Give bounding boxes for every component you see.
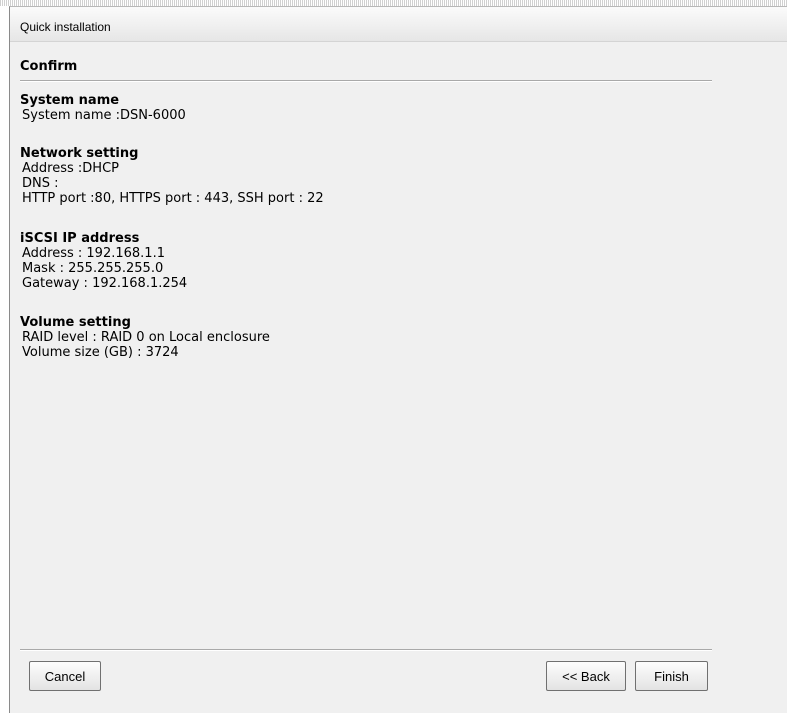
network-address: Address :DHCP (22, 161, 119, 176)
dialog-title: Quick installation (20, 20, 111, 34)
heading-divider (20, 80, 712, 82)
network-ports: HTTP port :80, HTTPS port : 443, SSH por… (22, 191, 324, 206)
iscsi-ip-title: iSCSI IP address (20, 231, 140, 246)
system-name-section: System name System name :DSN-6000 (20, 93, 186, 124)
iscsi-ip-section: iSCSI IP address Address : 192.168.1.1 M… (20, 231, 188, 292)
volume-setting-section: Volume setting RAID level : RAID 0 on Lo… (20, 315, 270, 361)
network-setting-title: Network setting (20, 146, 139, 161)
quick-installation-dialog: Quick installation Confirm System name S… (9, 6, 787, 713)
volume-size: Volume size (GB) : 3724 (22, 345, 179, 360)
finish-button[interactable]: Finish (635, 661, 708, 691)
dialog-titlebar: Quick installation (10, 7, 787, 42)
volume-raid-level: RAID level : RAID 0 on Local enclosure (22, 330, 270, 345)
volume-setting-title: Volume setting (20, 315, 131, 330)
iscsi-gateway: Gateway : 192.168.1.254 (22, 276, 188, 291)
footer-divider (20, 649, 712, 651)
cancel-button[interactable]: Cancel (29, 661, 101, 691)
iscsi-mask: Mask : 255.255.255.0 (22, 261, 164, 276)
back-button[interactable]: << Back (546, 661, 626, 691)
system-name-value: System name :DSN-6000 (22, 108, 186, 123)
network-dns: DNS : (22, 176, 59, 191)
confirm-heading: Confirm (20, 59, 78, 74)
network-setting-section: Network setting Address :DHCP DNS : HTTP… (20, 146, 324, 207)
iscsi-address: Address : 192.168.1.1 (22, 246, 165, 261)
system-name-title: System name (20, 93, 120, 108)
